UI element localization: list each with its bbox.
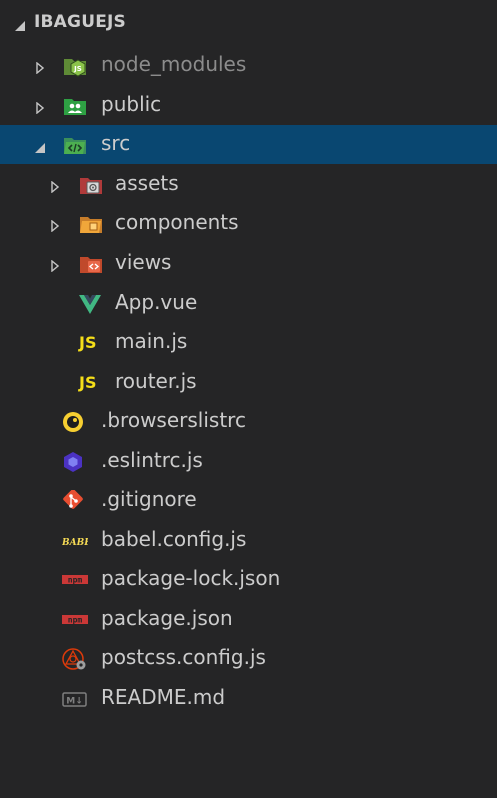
javascript-icon: JS	[79, 372, 103, 394]
tree-item-app-vue[interactable]: App.vue	[0, 284, 497, 323]
chevron-collapsed-icon[interactable]	[51, 217, 60, 236]
chevron-collapsed-icon[interactable]	[36, 59, 45, 78]
tree-item-public[interactable]: public	[0, 86, 497, 125]
tree-item-label: .browserslistrc	[101, 408, 246, 432]
chevron-collapsed-icon[interactable]	[51, 178, 60, 197]
tree-item-label: .eslintrc.js	[101, 448, 203, 472]
postcss-icon	[62, 648, 86, 670]
browserslist-icon	[62, 411, 86, 433]
tree-item-label: App.vue	[115, 290, 198, 314]
chevron-expanded-icon[interactable]	[14, 17, 26, 36]
tree-item-babel-config-js[interactable]: BABEL babel.config.js	[0, 521, 497, 560]
chevron-expanded-icon[interactable]	[34, 139, 46, 158]
tree-item-label: public	[101, 92, 162, 116]
npm-icon: npm	[62, 569, 88, 591]
babel-icon-glyph: BABEL	[62, 538, 88, 548]
chevron-collapsed-icon[interactable]	[51, 257, 60, 276]
tree-item-components[interactable]: components	[0, 204, 497, 243]
babel-icon: BABEL	[61, 530, 97, 552]
tree-item-label: views	[115, 250, 172, 274]
npm-icon-glyph: npm	[68, 616, 83, 625]
javascript-icon: JS	[79, 332, 103, 354]
tree-item-views[interactable]: views	[0, 244, 497, 283]
tree-item-eslintrc-js[interactable]: .eslintrc.js	[0, 442, 497, 481]
file-explorer: IBAGUEJS JS node_modules public src asse…	[0, 0, 497, 798]
tree-item-label: components	[115, 210, 239, 234]
tree-item-label: package-lock.json	[101, 566, 281, 590]
tree-item-readme-md[interactable]: M↓ README.md	[0, 679, 497, 718]
markdown-icon: M↓	[62, 688, 87, 710]
public-folder-icon	[63, 95, 87, 117]
tree-item-label: .gitignore	[101, 487, 197, 511]
javascript-icon-glyph: JS	[79, 373, 97, 392]
src-folder-icon	[63, 134, 87, 156]
node-js-glyph: JS	[73, 65, 82, 73]
tree-item-gitignore[interactable]: .gitignore	[0, 481, 497, 520]
tree-item-label: package.json	[101, 606, 233, 630]
tree-item-package-json[interactable]: npm package.json	[0, 600, 497, 639]
npm-icon-glyph: npm	[68, 576, 83, 585]
tree-item-label: assets	[115, 171, 179, 195]
chevron-collapsed-icon[interactable]	[36, 99, 45, 118]
tree-item-label: node_modules	[101, 52, 247, 76]
tree-item-label: babel.config.js	[101, 527, 247, 551]
tree-item-label: main.js	[115, 329, 188, 353]
components-folder-icon	[79, 213, 103, 235]
tree-item-label: src	[101, 131, 131, 155]
tree-item-assets[interactable]: assets	[0, 165, 497, 204]
vue-icon	[78, 293, 102, 315]
javascript-icon-glyph: JS	[79, 333, 97, 352]
tree-item-router-js[interactable]: JS router.js	[0, 363, 497, 402]
tree-item-package-lock-json[interactable]: npm package-lock.json	[0, 560, 497, 599]
tree-item-main-js[interactable]: JS main.js	[0, 323, 497, 362]
workspace-title: IBAGUEJS	[34, 12, 126, 32]
tree-item-label: postcss.config.js	[101, 645, 266, 669]
npm-icon: npm	[62, 609, 88, 631]
explorer-section-header[interactable]: IBAGUEJS	[0, 0, 497, 44]
tree-item-node-modules[interactable]: JS node_modules	[0, 46, 497, 85]
markdown-icon-glyph: M↓	[66, 697, 83, 707]
tree-item-postcss-config-js[interactable]: postcss.config.js	[0, 639, 497, 678]
tree-item-label: README.md	[101, 685, 226, 709]
views-folder-icon	[79, 253, 103, 275]
eslint-icon	[62, 451, 86, 473]
tree-item-label: router.js	[115, 369, 197, 393]
git-icon	[62, 489, 86, 512]
node-folder-icon: JS	[63, 55, 87, 77]
assets-folder-icon	[79, 174, 103, 196]
tree-item-browserslistrc[interactable]: .browserslistrc	[0, 402, 497, 441]
tree-item-src[interactable]: src	[0, 125, 497, 164]
